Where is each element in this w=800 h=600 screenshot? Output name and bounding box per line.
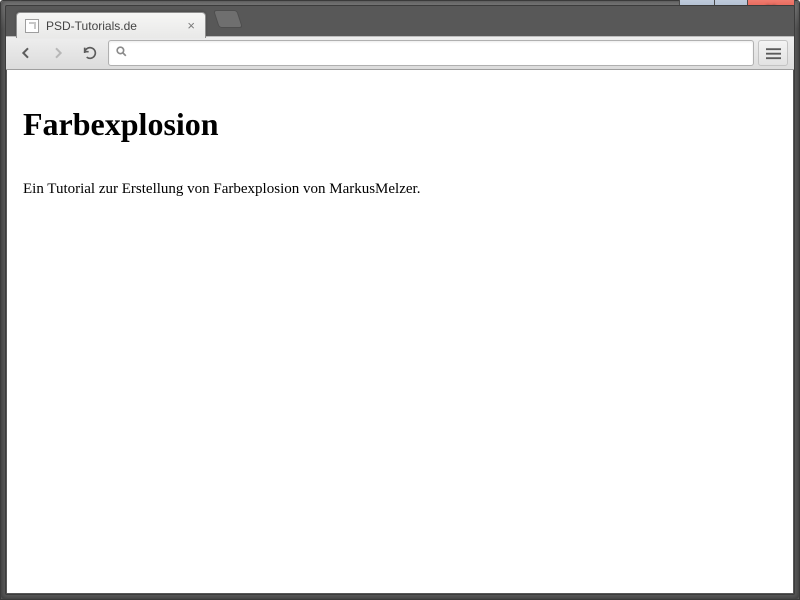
browser-chrome-inner: PSD-Tutorials.de × (5, 5, 795, 595)
address-bar[interactable] (108, 40, 754, 66)
reload-icon (82, 45, 98, 61)
tab-strip: PSD-Tutorials.de × (6, 6, 794, 36)
browser-chrome: PSD-Tutorials.de × (5, 5, 795, 595)
hamburger-icon (766, 47, 781, 60)
search-icon (115, 45, 128, 61)
menu-button[interactable] (758, 40, 788, 66)
page-paragraph: Ein Tutorial zur Erstellung von Farbexpl… (23, 181, 777, 198)
reload-button[interactable] (76, 40, 104, 66)
forward-icon (50, 45, 66, 61)
file-icon (25, 19, 39, 33)
toolbar (6, 36, 794, 70)
os-window: – ✕ PSD-Tutorials.de × (0, 0, 800, 600)
forward-button[interactable] (44, 40, 72, 66)
url-input[interactable] (134, 45, 747, 62)
back-button[interactable] (12, 40, 40, 66)
page-viewport[interactable]: Farbexplosion Ein Tutorial zur Erstellun… (7, 70, 793, 593)
tab-title: PSD-Tutorials.de (46, 19, 178, 33)
tab-close-button[interactable]: × (185, 18, 197, 33)
new-tab-button[interactable] (214, 10, 244, 28)
browser-tab[interactable]: PSD-Tutorials.de × (16, 12, 206, 38)
page-content: Farbexplosion Ein Tutorial zur Erstellun… (7, 70, 793, 216)
back-icon (18, 45, 34, 61)
page-heading: Farbexplosion (23, 106, 777, 143)
